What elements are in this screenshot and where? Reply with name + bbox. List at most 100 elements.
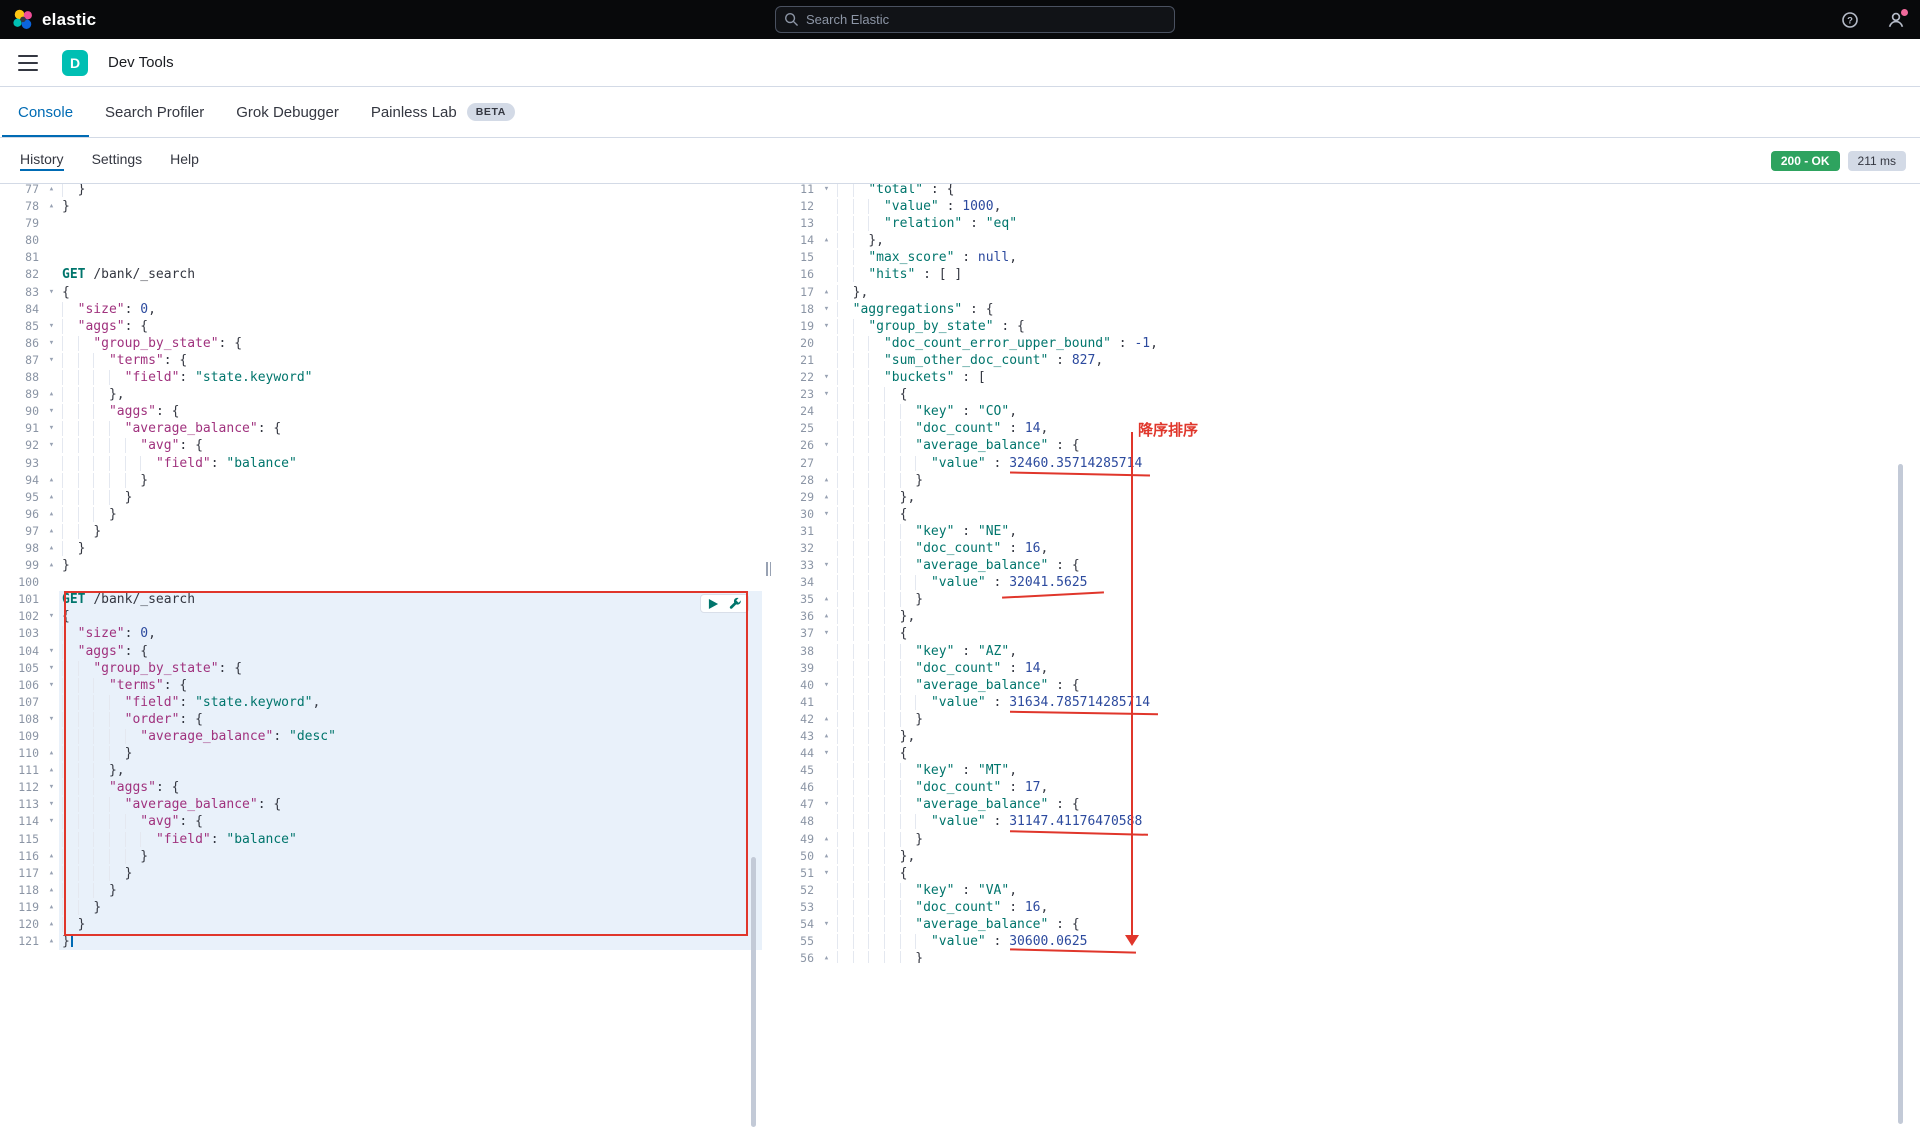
code-line-100[interactable]: 100 [0, 574, 762, 591]
code-line-117[interactable]: 117▴ } [0, 865, 762, 882]
code-line-110[interactable]: 110▴ } [0, 745, 762, 762]
code-line-91[interactable]: 91▾ "average_balance": { [0, 420, 762, 437]
code-line-85[interactable]: 85▾ "aggs": { [0, 318, 762, 335]
tab-search-profiler[interactable]: Search Profiler [89, 87, 220, 137]
fold-toggle-icon[interactable]: ▾ [44, 608, 59, 625]
fold-toggle-icon[interactable]: ▴ [44, 745, 59, 762]
user-menu-button[interactable] [1886, 10, 1906, 30]
fold-toggle-icon[interactable]: ▾ [819, 437, 834, 454]
fold-toggle-icon[interactable]: ▴ [819, 950, 834, 963]
code-line-114[interactable]: 114▾ "avg": { [0, 813, 762, 830]
tab-grok-debugger[interactable]: Grok Debugger [220, 87, 355, 137]
code-line-118[interactable]: 118▴ } [0, 882, 762, 899]
code-line-99[interactable]: 99▴} [0, 557, 762, 574]
fold-toggle-icon[interactable]: ▴ [819, 489, 834, 506]
fold-toggle-icon[interactable]: ▾ [44, 318, 59, 335]
code-line-97[interactable]: 97▴ } [0, 523, 762, 540]
request-editor-panel[interactable]: 77▴ }78▴}79808182GET /bank/_search83▾{84… [0, 184, 762, 963]
fold-toggle-icon[interactable]: ▴ [819, 472, 834, 489]
tab-console[interactable]: Console [2, 87, 89, 137]
code-line-89[interactable]: 89▴ }, [0, 386, 762, 403]
fold-toggle-icon[interactable]: ▾ [44, 403, 59, 420]
fold-toggle-icon[interactable]: ▴ [819, 848, 834, 865]
code-line-78[interactable]: 78▴} [0, 198, 762, 215]
code-line-96[interactable]: 96▴ } [0, 506, 762, 523]
fold-toggle-icon[interactable]: ▴ [819, 608, 834, 625]
code-line-84[interactable]: 84 "size": 0, [0, 301, 762, 318]
fold-toggle-icon[interactable]: ▾ [44, 420, 59, 437]
fold-toggle-icon[interactable]: ▾ [44, 796, 59, 813]
fold-toggle-icon[interactable]: ▴ [44, 506, 59, 523]
fold-toggle-icon[interactable]: ▾ [44, 352, 59, 369]
code-line-115[interactable]: 115 "field": "balance" [0, 831, 762, 848]
space-switcher[interactable]: D [62, 50, 88, 76]
fold-toggle-icon[interactable]: ▾ [819, 625, 834, 642]
code-line-80[interactable]: 80 [0, 232, 762, 249]
code-line-104[interactable]: 104▾ "aggs": { [0, 643, 762, 660]
code-line-119[interactable]: 119▴ } [0, 899, 762, 916]
code-line-105[interactable]: 105▾ "group_by_state": { [0, 660, 762, 677]
code-line-111[interactable]: 111▴ }, [0, 762, 762, 779]
fold-toggle-icon[interactable]: ▾ [819, 184, 834, 198]
code-line-116[interactable]: 116▴ } [0, 848, 762, 865]
fold-toggle-icon[interactable]: ▴ [819, 232, 834, 249]
fold-toggle-icon[interactable]: ▾ [44, 643, 59, 660]
fold-toggle-icon[interactable]: ▴ [819, 284, 834, 301]
fold-toggle-icon[interactable]: ▴ [44, 899, 59, 916]
code-line-87[interactable]: 87▾ "terms": { [0, 352, 762, 369]
code-line-98[interactable]: 98▴ } [0, 540, 762, 557]
code-line-103[interactable]: 103 "size": 0, [0, 625, 762, 642]
code-line-94[interactable]: 94▴ } [0, 472, 762, 489]
fold-toggle-icon[interactable]: ▴ [44, 540, 59, 557]
code-line-112[interactable]: 112▾ "aggs": { [0, 779, 762, 796]
code-line-90[interactable]: 90▾ "aggs": { [0, 403, 762, 420]
fold-toggle-icon[interactable]: ▾ [819, 557, 834, 574]
code-line-88[interactable]: 88 "field": "state.keyword" [0, 369, 762, 386]
fold-toggle-icon[interactable]: ▾ [44, 711, 59, 728]
fold-toggle-icon[interactable]: ▴ [819, 728, 834, 745]
fold-toggle-icon[interactable]: ▴ [44, 865, 59, 882]
elastic-logo[interactable]: elastic [12, 9, 96, 31]
fold-toggle-icon[interactable]: ▴ [44, 848, 59, 865]
fold-toggle-icon[interactable]: ▴ [819, 831, 834, 848]
fold-toggle-icon[interactable]: ▾ [819, 369, 834, 386]
help-link[interactable]: Help [170, 151, 199, 171]
code-line-120[interactable]: 120▴ } [0, 916, 762, 933]
fold-toggle-icon[interactable]: ▾ [44, 813, 59, 830]
fold-toggle-icon[interactable]: ▾ [44, 335, 59, 352]
help-button[interactable]: ? [1840, 10, 1860, 30]
fold-toggle-icon[interactable]: ▾ [44, 437, 59, 454]
request-options-button[interactable] [729, 597, 742, 610]
fold-toggle-icon[interactable]: ▴ [44, 762, 59, 779]
code-line-113[interactable]: 113▾ "average_balance": { [0, 796, 762, 813]
fold-toggle-icon[interactable]: ▾ [44, 677, 59, 694]
fold-toggle-icon[interactable]: ▴ [44, 489, 59, 506]
code-line-109[interactable]: 109 "average_balance": "desc" [0, 728, 762, 745]
fold-toggle-icon[interactable]: ▴ [44, 198, 59, 215]
fold-toggle-icon[interactable]: ▴ [44, 386, 59, 403]
code-line-101[interactable]: 101GET /bank/_search [0, 591, 762, 608]
code-line-121[interactable]: 121▴} [0, 933, 762, 950]
response-scrollbar[interactable] [1898, 464, 1903, 1124]
tab-painless-lab[interactable]: Painless Lab BETA [355, 87, 531, 137]
code-line-82[interactable]: 82GET /bank/_search [0, 266, 762, 283]
code-line-108[interactable]: 108▾ "order": { [0, 711, 762, 728]
code-line-83[interactable]: 83▾{ [0, 284, 762, 301]
code-line-102[interactable]: 102▾{ [0, 608, 762, 625]
fold-toggle-icon[interactable]: ▾ [44, 284, 59, 301]
fold-toggle-icon[interactable]: ▾ [819, 318, 834, 335]
code-line-79[interactable]: 79 [0, 215, 762, 232]
code-line-95[interactable]: 95▴ } [0, 489, 762, 506]
fold-toggle-icon[interactable]: ▾ [819, 506, 834, 523]
global-search-input[interactable] [775, 6, 1175, 33]
fold-toggle-icon[interactable]: ▴ [44, 882, 59, 899]
send-request-button[interactable] [707, 597, 720, 610]
menu-button[interactable] [18, 55, 38, 71]
code-line-77[interactable]: 77▴ } [0, 184, 762, 198]
code-line-106[interactable]: 106▾ "terms": { [0, 677, 762, 694]
fold-toggle-icon[interactable]: ▴ [44, 933, 59, 950]
fold-toggle-icon[interactable]: ▾ [819, 745, 834, 762]
fold-toggle-icon[interactable]: ▴ [44, 184, 59, 198]
fold-toggle-icon[interactable]: ▴ [44, 557, 59, 574]
fold-toggle-icon[interactable]: ▾ [819, 677, 834, 694]
